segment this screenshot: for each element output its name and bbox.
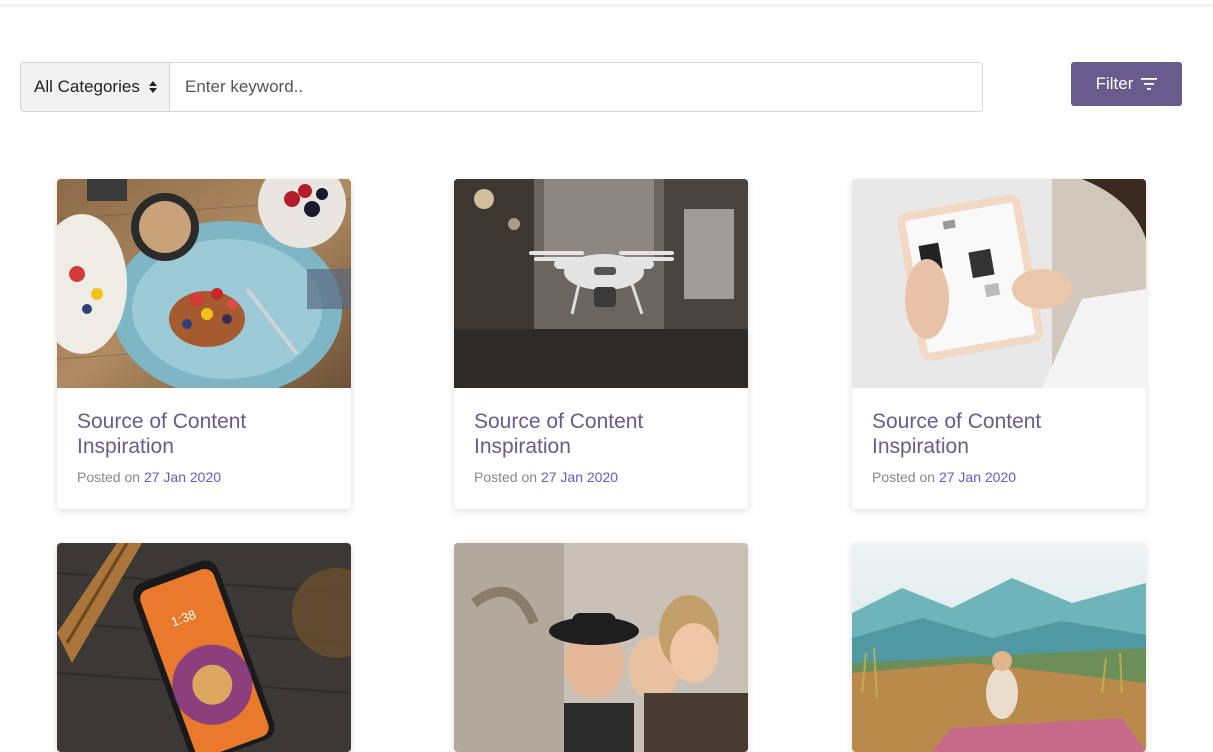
post-card[interactable]: Source of Content Inspiration Posted on … bbox=[454, 179, 748, 509]
post-title[interactable]: Source of Content Inspiration bbox=[474, 409, 728, 459]
drone-photo[interactable] bbox=[454, 179, 748, 388]
friends-laughing-photo[interactable] bbox=[454, 543, 748, 752]
post-date[interactable]: 27 Jan 2020 bbox=[144, 469, 221, 485]
mountain-picnic-photo[interactable] bbox=[852, 543, 1146, 752]
post-card-body: Source of Content Inspiration Posted on … bbox=[852, 388, 1146, 509]
post-title[interactable]: Source of Content Inspiration bbox=[77, 409, 331, 459]
post-meta: Posted on 27 Jan 2020 bbox=[474, 469, 728, 485]
post-meta: Posted on 27 Jan 2020 bbox=[77, 469, 331, 485]
post-date[interactable]: 27 Jan 2020 bbox=[939, 469, 1016, 485]
post-card[interactable] bbox=[454, 543, 748, 752]
breakfast-plate-photo[interactable] bbox=[57, 179, 351, 388]
posted-on-label: Posted on bbox=[872, 469, 936, 485]
post-card[interactable] bbox=[852, 543, 1146, 752]
post-meta: Posted on 27 Jan 2020 bbox=[872, 469, 1126, 485]
category-select[interactable]: All Categories bbox=[21, 63, 170, 111]
posted-on-label: Posted on bbox=[474, 469, 538, 485]
filter-lines-icon bbox=[1141, 78, 1158, 90]
filter-button[interactable]: Filter bbox=[1071, 62, 1182, 106]
keyword-input[interactable] bbox=[170, 63, 982, 111]
posted-on-label: Posted on bbox=[77, 469, 141, 485]
post-card-body: Source of Content Inspiration Posted on … bbox=[57, 388, 351, 509]
post-date[interactable]: 27 Jan 2020 bbox=[541, 469, 618, 485]
post-card[interactable]: Source of Content Inspiration Posted on … bbox=[57, 179, 351, 509]
post-card[interactable]: 1:38 bbox=[57, 543, 351, 752]
search-bar: All Categories bbox=[20, 62, 983, 112]
filter-button-label: Filter bbox=[1095, 74, 1134, 93]
smartphone-photo[interactable]: 1:38 bbox=[57, 543, 351, 752]
post-card-body: Source of Content Inspiration Posted on … bbox=[454, 388, 748, 509]
tablet-hands-photo[interactable] bbox=[852, 179, 1146, 388]
select-arrows-icon bbox=[149, 81, 157, 93]
top-navbar-edge bbox=[0, 0, 1213, 4]
category-select-value: All Categories bbox=[34, 77, 140, 96]
post-title[interactable]: Source of Content Inspiration bbox=[872, 409, 1126, 459]
post-card[interactable]: Source of Content Inspiration Posted on … bbox=[852, 179, 1146, 509]
